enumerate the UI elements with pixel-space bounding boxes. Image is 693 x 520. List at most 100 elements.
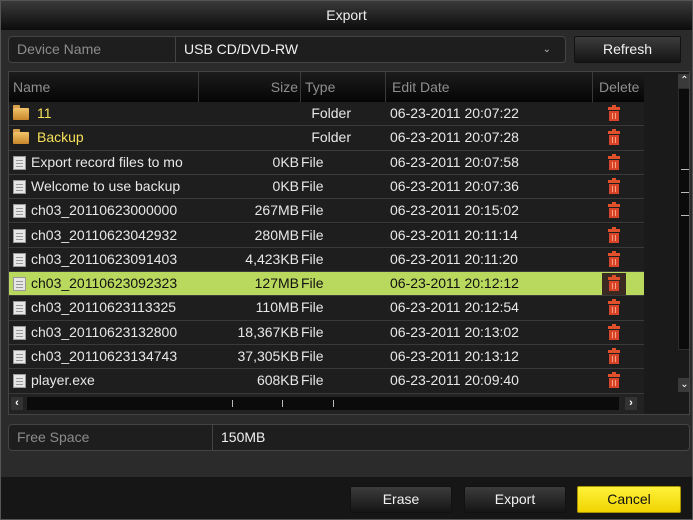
row-name: 11 <box>13 102 199 125</box>
trash-icon[interactable] <box>608 299 620 316</box>
row-name: player.exe <box>13 369 199 392</box>
free-space-label: Free Space <box>9 425 213 450</box>
row-delete <box>594 151 634 174</box>
table-row[interactable]: ch03_20110623000000 267MB File 06-23-2011 2… <box>9 199 644 224</box>
row-name: ch03_20110623134743 <box>13 345 199 368</box>
erase-button[interactable]: Erase <box>350 486 452 513</box>
trash-icon[interactable] <box>608 105 620 121</box>
export-button[interactable]: Export <box>464 486 566 513</box>
vertical-scrollbar[interactable]: ⌃ ⌄ <box>645 72 689 394</box>
row-size <box>199 126 299 149</box>
scroll-grip-line <box>681 215 689 216</box>
column-header-delete[interactable]: Delete <box>593 72 647 102</box>
row-name-text: player.exe <box>31 372 95 389</box>
table-row[interactable]: ch03_20110623132800 18,367KB File 06-23-201… <box>9 320 644 345</box>
column-header-size[interactable]: Size <box>199 72 301 102</box>
row-edit-date: 06-23-2011 20:12:12 <box>390 275 519 292</box>
row-edit-date: 06-23-2011 20:07:22 <box>390 105 519 121</box>
file-icon <box>13 277 26 292</box>
table-row[interactable]: ch03_20110623092323 127MB File 06-23-2011 2… <box>9 272 644 297</box>
scroll-grip-line <box>681 192 689 193</box>
trash-icon[interactable] <box>608 153 620 170</box>
horizontal-scrollbar[interactable]: ‹ › <box>9 394 644 414</box>
row-size: 0KB <box>272 177 299 194</box>
row-size: 18,367KB <box>237 323 300 340</box>
device-name-label: Device Name <box>9 37 176 62</box>
row-name-text: Welcome to use backup <box>31 177 181 194</box>
scroll-right-icon[interactable]: › <box>625 397 637 410</box>
row-name-text: ch03_20110623092323 <box>31 275 178 292</box>
table-row[interactable]: ch03_20110623134743 37,305KB File 06-23-201… <box>9 345 644 370</box>
file-icon <box>13 155 26 170</box>
table-row[interactable]: Welcome to use backup 0KB File 06-23-2011 2… <box>9 174 644 200</box>
row-name-text: 11 <box>37 105 52 121</box>
row-size: 37,305KB <box>237 348 300 364</box>
scroll-up-icon[interactable]: ⌃ <box>678 74 689 88</box>
row-delete <box>594 224 634 247</box>
row-edit-date: 06-23-2011 20:13:02 <box>390 323 519 340</box>
trash-icon[interactable] <box>608 372 620 389</box>
file-icon <box>13 228 26 243</box>
trash-icon[interactable] <box>608 275 620 292</box>
export-dialog: Export Device Name USB CD/DVD-RW ⌄ Refre… <box>0 0 693 520</box>
horizontal-scroll-track[interactable] <box>27 397 619 410</box>
row-size: 267MB <box>254 202 299 219</box>
table-row[interactable]: Backup Folder 06-23-2011 20:07:28 <box>9 126 644 151</box>
row-size: 110MB <box>255 299 299 316</box>
table-row[interactable]: ch03_20110623113325 110MB File 06-23-2011 2… <box>9 296 644 321</box>
row-name-text: ch03_20110623113325 <box>31 299 177 316</box>
file-icon <box>13 325 26 340</box>
row-edit-date: 06-23-2011 20:12:54 <box>390 299 519 316</box>
row-delete <box>594 369 634 392</box>
trash-icon[interactable] <box>608 226 620 243</box>
device-name-select[interactable]: USB CD/DVD-RW ⌄ <box>176 37 565 62</box>
table-row[interactable]: ch03_20110623091403 4,423KB File 06-23-2011… <box>9 247 644 273</box>
file-icon <box>13 350 26 364</box>
row-name: ch03_20110623000000 <box>13 199 199 222</box>
trash-icon[interactable] <box>608 348 620 364</box>
trash-icon[interactable] <box>608 177 620 194</box>
column-header-type[interactable]: Type <box>301 72 386 102</box>
trash-icon[interactable] <box>608 323 620 340</box>
row-delete <box>594 126 634 149</box>
table-row[interactable]: 11 Folder 06-23-2011 20:07:22 <box>9 102 644 127</box>
row-name: ch03_20110623113325 <box>13 296 199 319</box>
folder-icon <box>13 129 29 145</box>
file-icon <box>13 252 26 267</box>
row-name: Export record files to mo <box>13 151 199 174</box>
row-name-text: ch03_20110623132800 <box>31 323 178 340</box>
table-row[interactable]: ch03_20110623042932 280MB File 06-23-2011 2… <box>9 223 644 248</box>
trash-icon[interactable] <box>608 129 620 146</box>
column-header-edit-date[interactable]: Edit Date <box>386 72 593 102</box>
row-delete <box>594 199 634 222</box>
device-name-value: USB CD/DVD-RW <box>184 41 299 57</box>
scroll-grip-line <box>282 400 283 407</box>
trash-icon[interactable] <box>608 202 620 219</box>
file-icon <box>13 301 26 316</box>
row-delete <box>594 248 634 271</box>
row-edit-date: 06-23-2011 20:07:36 <box>390 177 519 194</box>
row-name-text: Export record files to mo <box>31 153 183 170</box>
row-edit-date: 06-23-2011 20:07:58 <box>390 153 519 170</box>
vertical-scroll-track[interactable] <box>678 88 689 350</box>
row-delete <box>594 296 634 319</box>
scroll-left-icon[interactable]: ‹ <box>11 397 23 410</box>
scroll-down-icon[interactable]: ⌄ <box>678 378 689 392</box>
row-size: 127MB <box>254 275 299 292</box>
free-space-field: Free Space 150MB <box>8 424 690 451</box>
row-type: File <box>301 348 324 364</box>
trash-icon[interactable] <box>608 250 620 267</box>
row-name: ch03_20110623132800 <box>13 321 199 344</box>
cancel-button[interactable]: Cancel <box>577 486 681 513</box>
row-name: ch03_20110623042932 <box>13 224 199 247</box>
row-size: 608KB <box>256 372 299 389</box>
table-row[interactable]: player.exe 608KB File 06-23-2011 20:09:40 <box>9 369 644 394</box>
row-name-text: ch03_20110623091403 <box>31 250 178 267</box>
refresh-button[interactable]: Refresh <box>574 36 681 63</box>
table-row[interactable]: Export record files to mo 0KB File 06-23-20… <box>9 150 644 175</box>
row-edit-date: 06-23-2011 20:13:12 <box>390 348 519 364</box>
column-header-name[interactable]: Name <box>9 72 199 102</box>
row-type: Folder <box>311 129 351 146</box>
row-type: File <box>301 372 324 389</box>
row-delete <box>594 272 634 296</box>
